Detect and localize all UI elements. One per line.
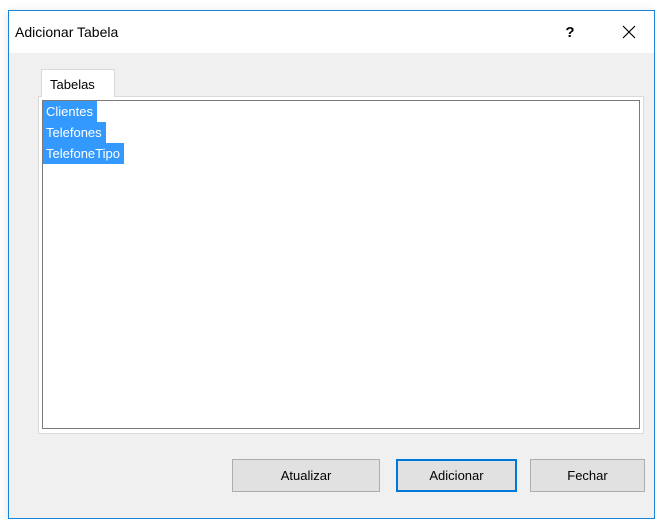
close-window-button[interactable] [609, 17, 649, 47]
window-title: Adicionar Tabela [15, 24, 119, 40]
list-item-clientes[interactable]: Clientes [43, 101, 639, 122]
list-item-label: Clientes [43, 101, 97, 122]
close-icon [622, 25, 636, 39]
tab-tabelas[interactable]: Tabelas [41, 69, 115, 97]
list-item-telefonetipo[interactable]: TelefoneTipo [43, 143, 639, 164]
help-button[interactable]: ? [555, 19, 585, 47]
list-item-telefones[interactable]: Telefones [43, 122, 639, 143]
refresh-button[interactable]: Atualizar [232, 459, 380, 492]
title-bar[interactable]: Adicionar Tabela ? [9, 11, 654, 53]
list-item-label: Telefones [43, 122, 106, 143]
list-item-label: TelefoneTipo [43, 143, 124, 164]
tab-panel: Clientes Telefones TelefoneTipo [38, 96, 644, 434]
tab-label: Tabelas [50, 77, 95, 92]
add-button[interactable]: Adicionar [396, 459, 517, 492]
help-icon: ? [565, 24, 575, 41]
add-table-dialog: Adicionar Tabela ? Tabelas Clientes Tele… [8, 10, 655, 519]
close-button[interactable]: Fechar [530, 459, 645, 492]
tables-listbox[interactable]: Clientes Telefones TelefoneTipo [42, 100, 640, 429]
